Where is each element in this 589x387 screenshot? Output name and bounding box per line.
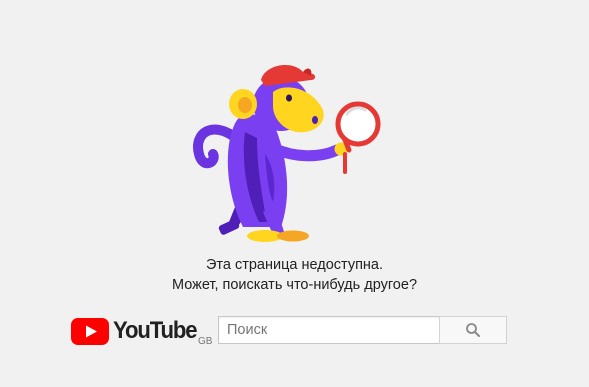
message-line-1: Эта страница недоступна.	[205, 257, 384, 273]
youtube-logo[interactable]: YouTube GB	[71, 316, 216, 350]
monkey-magnifier-illustration	[185, 62, 385, 247]
logo-wordmark: YouTube	[113, 317, 198, 344]
search-icon	[466, 323, 480, 337]
search-input[interactable]	[218, 316, 448, 344]
search-button[interactable]	[439, 316, 507, 344]
unavailable-message: Эта страница недоступна. Может, поискать…	[0, 255, 589, 295]
monkey-icon	[193, 65, 381, 242]
youtube-play-icon	[71, 318, 109, 345]
message-line-2: Может, поискать что-нибудь другое?	[171, 277, 418, 293]
logo-country-code: GB	[198, 336, 213, 347]
